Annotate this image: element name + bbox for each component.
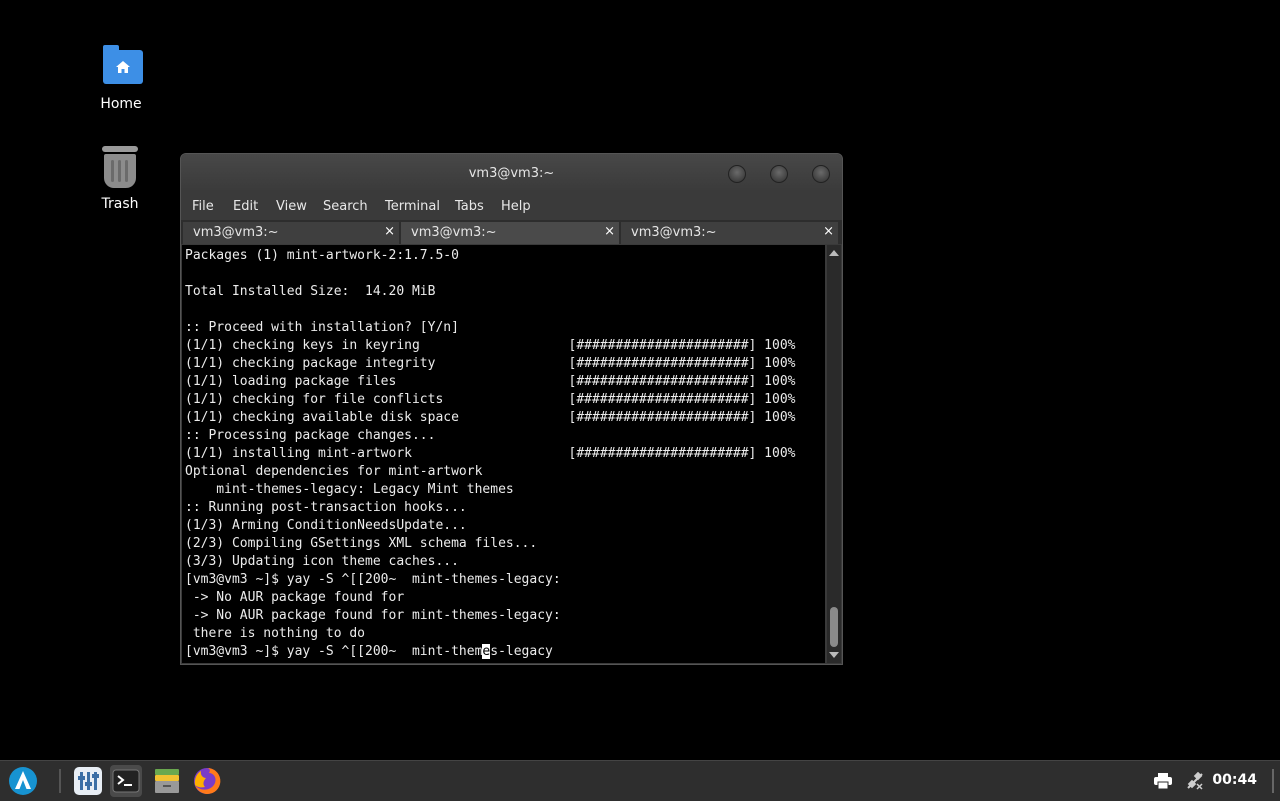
terminal-line: Packages (1) mint-artwork-2:1.7.5-0 <box>185 248 459 263</box>
desktop-icon-trash[interactable]: Trash <box>80 144 160 212</box>
close-window-button[interactable] <box>812 165 830 183</box>
settings-manager-icon <box>74 767 102 795</box>
tab-label: vm3@vm3:~ <box>411 225 497 240</box>
terminal-scrollbar[interactable] <box>827 245 841 663</box>
menu-edit[interactable]: Edit <box>233 199 258 214</box>
terminal-line: (1/1) loading package files [###########… <box>185 374 796 389</box>
terminal-window: vm3@vm3:~ File Edit View Search Terminal… <box>180 153 843 665</box>
terminal-line: -> No AUR package found for mint-themes-… <box>185 608 561 623</box>
file-manager-button[interactable] <box>151 765 183 797</box>
terminal-line: (1/1) checking available disk space [###… <box>185 410 796 425</box>
menu-search[interactable]: Search <box>323 199 368 214</box>
terminal-line: -> No AUR package found for <box>185 590 405 605</box>
terminal-line: (1/1) checking package integrity [######… <box>185 356 796 371</box>
file-manager-icon <box>155 769 179 793</box>
home-folder-icon <box>97 44 145 92</box>
terminal-line: (1/1) checking keys in keyring [########… <box>185 338 796 353</box>
app-launcher-button[interactable] <box>7 765 39 797</box>
desktop-icon-home[interactable]: Home <box>81 44 161 112</box>
maximize-button[interactable] <box>770 165 788 183</box>
terminal-line: [vm3@vm3 ~]$ yay -S ^[[200~ mint-themes-… <box>185 572 561 587</box>
desktop-icon-label: Home <box>100 96 142 112</box>
terminal-line: :: Processing package changes... <box>185 428 436 443</box>
terminal-icon <box>112 769 140 793</box>
tab-label: vm3@vm3:~ <box>193 225 279 240</box>
terminal-line: (1/3) Arming ConditionNeedsUpdate... <box>185 518 467 533</box>
menu-help[interactable]: Help <box>501 199 531 214</box>
terminal-line: :: Proceed with installation? [Y/n] <box>185 320 459 335</box>
terminal-line: (3/3) Updating icon theme caches... <box>185 554 459 569</box>
terminal-line: Optional dependencies for mint-artwork <box>185 464 483 479</box>
prompt-text: s-legacy <box>490 644 553 659</box>
terminal-line: (1/1) installing mint-artwork [#########… <box>185 446 796 461</box>
terminal-tab-2[interactable]: vm3@vm3:~ × <box>401 222 619 244</box>
scroll-down-icon[interactable] <box>829 652 839 658</box>
terminal-text: Packages (1) mint-artwork-2:1.7.5-0 Tota… <box>182 245 825 661</box>
menu-tabs[interactable]: Tabs <box>455 199 484 214</box>
tab-label: vm3@vm3:~ <box>631 225 717 240</box>
window-titlebar[interactable]: vm3@vm3:~ <box>181 154 842 192</box>
menu-terminal[interactable]: Terminal <box>385 199 440 214</box>
scroll-up-icon[interactable] <box>829 250 839 256</box>
tab-close-icon[interactable]: × <box>823 224 834 239</box>
clock[interactable]: 00:44 <box>1212 772 1257 788</box>
trash-icon <box>96 144 144 192</box>
terminal-tab-3[interactable]: vm3@vm3:~ × <box>621 222 838 244</box>
tab-bar: vm3@vm3:~ × vm3@vm3:~ × vm3@vm3:~ × <box>181 220 842 244</box>
tab-close-icon[interactable]: × <box>384 224 395 239</box>
terminal-line: (1/1) checking for file conflicts [#####… <box>185 392 796 407</box>
minimize-button[interactable] <box>728 165 746 183</box>
terminal-line: mint-themes-legacy: Legacy Mint themes <box>185 482 514 497</box>
app-launcher-icon <box>9 767 37 795</box>
terminal-line: Total Installed Size: 14.20 MiB <box>185 284 436 299</box>
menu-view[interactable]: View <box>276 199 307 214</box>
taskbar: 00:44 <box>0 760 1280 801</box>
terminal-taskbar-button[interactable] <box>110 765 142 797</box>
terminal-line: :: Running post-transaction hooks... <box>185 500 467 515</box>
firefox-icon <box>194 767 221 794</box>
terminal-tab-1[interactable]: vm3@vm3:~ × <box>183 222 399 244</box>
prompt-text: [vm3@vm3 ~]$ yay -S ^[[200~ mint-them <box>185 644 483 659</box>
firefox-button[interactable] <box>191 765 223 797</box>
scrollbar-thumb[interactable] <box>830 607 838 647</box>
menu-bar: File Edit View Search Terminal Tabs Help <box>181 192 842 220</box>
tab-close-icon[interactable]: × <box>604 224 615 239</box>
settings-manager-button[interactable] <box>72 765 104 797</box>
printer-icon[interactable] <box>1154 773 1172 789</box>
terminal-line: (2/3) Compiling GSettings XML schema fil… <box>185 536 538 551</box>
desktop-icon-label: Trash <box>101 196 139 212</box>
terminal-line: there is nothing to do <box>185 626 366 641</box>
terminal-output[interactable]: Packages (1) mint-artwork-2:1.7.5-0 Tota… <box>182 245 825 663</box>
network-icon[interactable] <box>1186 772 1204 790</box>
menu-file[interactable]: File <box>192 199 214 214</box>
